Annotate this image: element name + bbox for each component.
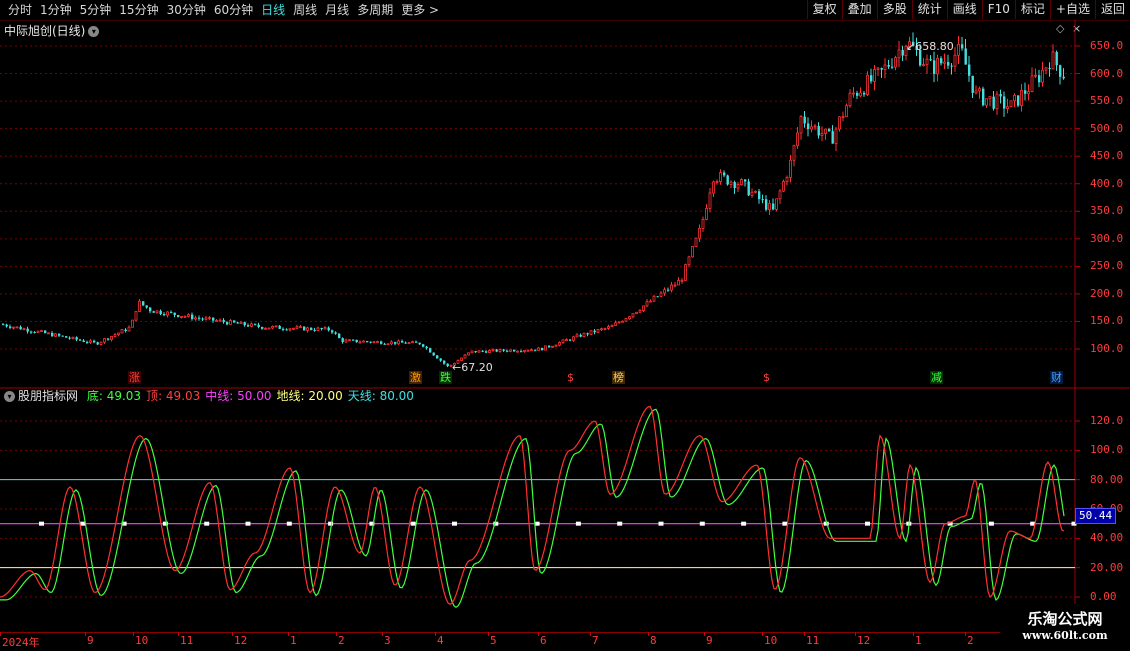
time-label: 10 (135, 634, 149, 647)
indicator-tick-label: 80.00 (1090, 472, 1124, 486)
time-label: 2024年 (2, 636, 40, 649)
time-label: 12 (857, 634, 871, 647)
time-tick (488, 632, 489, 636)
time-label: 2 (338, 634, 345, 647)
top-toolbar: 分时 1分钟 5分钟 15分钟 30分钟 60分钟 日线 周线 月线 多周期 更多 > 复权 叠加 多股… (0, 0, 1130, 21)
time-tick (804, 632, 805, 636)
price-tick-label: 450.0 (1090, 149, 1124, 163)
price-tick-label: 200.0 (1090, 286, 1124, 300)
toolbar-button[interactable]: +自选 (1049, 0, 1095, 19)
time-label: 8 (650, 634, 657, 647)
time-tick (336, 632, 337, 636)
time-label: 11 (180, 634, 194, 647)
price-tick-label: 650.0 (1090, 39, 1124, 52)
time-label: 7 (592, 634, 599, 647)
toolbar-button[interactable]: 画线 (946, 0, 982, 19)
watermark-title: 乐淘公式网 (1027, 610, 1103, 628)
time-tick (0, 632, 1, 636)
time-label: 2 (967, 634, 974, 647)
time-tick (855, 632, 856, 636)
time-label: 5 (490, 634, 497, 647)
period-tab[interactable]: 日线 (257, 0, 289, 20)
price-tick-label: 550.0 (1090, 94, 1124, 108)
time-label: 6 (540, 634, 547, 647)
indicator-tick-label: 40.00 (1090, 531, 1124, 545)
time-tick (965, 632, 966, 636)
period-tab[interactable]: 月线 (321, 0, 353, 20)
time-label: 9 (706, 634, 713, 647)
period-tab[interactable]: 多周期 (353, 0, 397, 20)
time-label: 12 (234, 634, 248, 647)
price-tick-label: 100.0 (1090, 342, 1124, 355)
toolbar-button[interactable]: 标记 (1014, 0, 1050, 19)
time-label: 4 (437, 634, 444, 647)
time-tick (288, 632, 289, 636)
price-tick-label: 600.0 (1090, 66, 1124, 80)
toolbar-button[interactable]: 叠加 (841, 0, 877, 19)
time-tick (178, 632, 179, 636)
period-tab[interactable]: 周线 (289, 0, 321, 20)
period-tab[interactable]: 15分钟 (115, 0, 162, 20)
price-tick-label: 300.0 (1090, 231, 1124, 245)
price-tick-label: 250.0 (1090, 259, 1124, 273)
indicator-tick-label: 20.00 (1090, 560, 1124, 574)
watermark-url: www.60lt.com (1022, 629, 1108, 642)
time-tick (704, 632, 705, 636)
indicator-tick-label: 100.0 (1090, 443, 1124, 457)
high-value: 658.80 (915, 40, 954, 53)
toolbar-button[interactable]: 返回 (1094, 0, 1130, 19)
time-tick (435, 632, 436, 636)
low-price-label: ←67.20 (452, 361, 493, 374)
high-price-label: ↙658.80 (906, 40, 954, 53)
time-label: 10 (764, 634, 778, 647)
price-tick-label: 400.0 (1090, 176, 1124, 190)
period-tab[interactable]: 5分钟 (76, 0, 116, 20)
watermark: 乐淘公式网 www.60lt.com (1000, 604, 1130, 650)
toolbar-button[interactable]: 多股 (876, 0, 912, 19)
time-label: 11 (806, 634, 820, 647)
price-tick-label: 500.0 (1090, 121, 1124, 135)
time-label: 1 (290, 634, 297, 647)
oscillator-chart[interactable] (0, 392, 1130, 632)
time-tick (133, 632, 134, 636)
time-tick (232, 632, 233, 636)
event-marker[interactable]: 财 (1050, 371, 1063, 384)
low-value: 67.20 (461, 361, 493, 374)
event-marker[interactable]: 榜 (612, 371, 625, 384)
time-label: 9 (87, 634, 94, 647)
time-tick (382, 632, 383, 636)
time-tick (590, 632, 591, 636)
toolbar-button[interactable]: 复权 (806, 0, 842, 19)
period-tab[interactable]: 分时 (4, 0, 36, 20)
event-marker[interactable]: 减 (930, 371, 943, 384)
time-label: 3 (384, 634, 391, 647)
price-tick-label: 150.0 (1090, 314, 1124, 328)
price-tick-label: 350.0 (1090, 204, 1124, 218)
event-marker[interactable]: $ (762, 371, 771, 384)
event-marker[interactable]: 激 (409, 371, 422, 384)
period-tab[interactable]: 60分钟 (210, 0, 257, 20)
time-tick (648, 632, 649, 636)
candlestick-chart[interactable] (0, 20, 1130, 410)
toolbar-buttons: 复权 叠加 多股 统计 画线 F10 标记 +自选 返回 (806, 0, 1130, 20)
time-tick (538, 632, 539, 636)
event-marker[interactable]: 涨 (128, 371, 141, 384)
indicator-tick-label: 0.00 (1090, 590, 1117, 603)
indicator-tick-label: 120.0 (1090, 414, 1124, 427)
current-value-badge: 50.44 (1075, 508, 1117, 524)
time-tick (762, 632, 763, 636)
toolbar-button[interactable]: F10 (981, 0, 1015, 19)
period-tabs: 分时 1分钟 5分钟 15分钟 30分钟 60分钟 日线 周线 月线 多周期 更多 > (4, 0, 443, 20)
period-tab[interactable]: 1分钟 (36, 0, 76, 20)
event-marker[interactable]: $ (566, 371, 575, 384)
period-tab[interactable]: 30分钟 (163, 0, 210, 20)
time-tick (913, 632, 914, 636)
event-marker[interactable]: 跌 (439, 371, 452, 384)
period-tab[interactable]: 更多 > (397, 0, 443, 20)
time-label: 1 (915, 634, 922, 647)
time-tick (85, 632, 86, 636)
toolbar-button[interactable]: 统计 (911, 0, 947, 19)
